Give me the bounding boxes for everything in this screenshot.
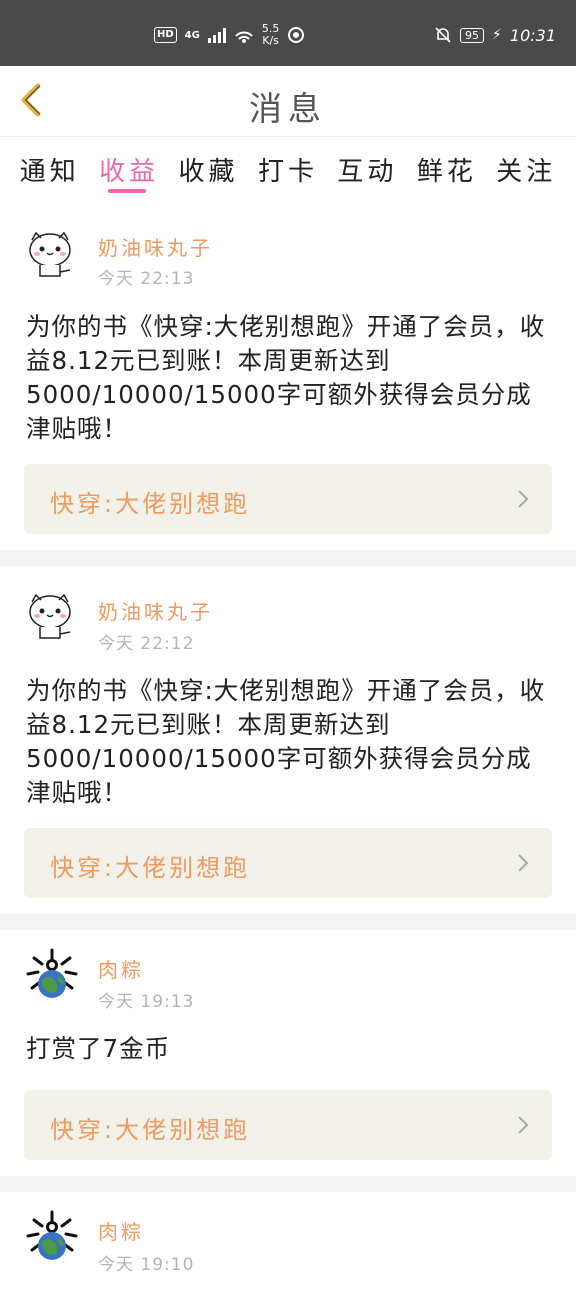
message-card: 肉粽 今天 19:10 <box>0 1192 576 1292</box>
chevron-right-icon <box>518 854 529 872</box>
tab-notifications[interactable]: 通知 <box>20 137 80 203</box>
chevron-right-icon <box>518 1116 529 1134</box>
user-name[interactable]: 奶油味丸子 <box>98 232 213 261</box>
book-title: 快穿:大佬别想跑 <box>50 854 251 882</box>
globe-avatar-icon[interactable] <box>26 948 78 1000</box>
user-name[interactable]: 奶油味丸子 <box>98 596 213 625</box>
message-time: 今天 19:13 <box>98 992 195 1012</box>
divider <box>0 1176 576 1192</box>
network-type: 4G <box>184 29 200 41</box>
battery-icon: 95 <box>460 27 485 43</box>
speed-unit: K/s <box>262 34 279 47</box>
header: 消息 <box>0 66 576 137</box>
status-bar: HD 4G 5.5 K/s 95 ⚡ 10:31 <box>0 0 576 66</box>
clock: 10:31 <box>509 25 556 45</box>
network-speed: 5.5 K/s <box>262 23 280 47</box>
message-card: 奶油味丸子 今天 22:13 为你的书《快穿:大佬别想跑》开通了会员，收益8.1… <box>0 206 576 550</box>
hd-badge: HD <box>154 27 177 43</box>
cat-avatar-icon[interactable] <box>26 590 78 642</box>
bell-mute-icon <box>435 27 451 43</box>
message-card: 奶油味丸子 今天 22:12 为你的书《快穿:大佬别想跑》开通了会员，收益8.1… <box>0 566 576 914</box>
message-text: 为你的书《快穿:大佬别想跑》开通了会员，收益8.12元已到账！本周更新达到500… <box>26 676 546 807</box>
book-title: 快穿:大佬别想跑 <box>50 1116 251 1144</box>
message-time: 今天 22:13 <box>98 269 195 289</box>
tab-interactions[interactable]: 互动 <box>337 137 397 203</box>
user-name[interactable]: 肉粽 <box>98 954 144 983</box>
message-time: 今天 19:10 <box>98 1255 195 1275</box>
message-time: 今天 22:12 <box>98 634 195 654</box>
book-title: 快穿:大佬别想跑 <box>50 490 251 518</box>
page-title: 消息 <box>249 89 327 128</box>
chevron-right-icon <box>518 490 529 508</box>
charging-icon: ⚡ <box>492 27 502 43</box>
divider <box>0 914 576 930</box>
signal-icon <box>207 27 226 43</box>
tab-bar: 通知 收益 收藏 打卡 互动 鲜花 关注 <box>0 137 576 203</box>
divider <box>0 550 576 566</box>
message-text: 为你的书《快穿:大佬别想跑》开通了会员，收益8.12元已到账！本周更新达到500… <box>26 312 546 443</box>
status-left: HD 4G 5.5 K/s <box>154 22 305 48</box>
tab-flowers[interactable]: 鲜花 <box>417 137 477 203</box>
cat-avatar-icon[interactable] <box>26 228 78 280</box>
status-right: 95 ⚡ 10:31 <box>434 22 556 48</box>
message-card: 肉粽 今天 19:13 打赏了7金币 快穿:大佬别想跑 <box>0 930 576 1176</box>
message-list: 奶油味丸子 今天 22:13 为你的书《快穿:大佬别想跑》开通了会员，收益8.1… <box>0 206 576 1292</box>
tab-earnings[interactable]: 收益 <box>99 137 159 203</box>
globe-avatar-icon[interactable] <box>26 1210 78 1262</box>
tab-favorites[interactable]: 收藏 <box>179 137 239 203</box>
book-link[interactable]: 快穿:大佬别想跑 <box>24 464 552 534</box>
user-name[interactable]: 肉粽 <box>98 1216 144 1245</box>
book-link[interactable]: 快穿:大佬别想跑 <box>24 828 552 898</box>
wifi-icon <box>235 31 253 43</box>
tab-checkin[interactable]: 打卡 <box>258 137 318 203</box>
tab-following[interactable]: 关注 <box>496 137 556 203</box>
sync-icon <box>288 27 305 43</box>
book-link[interactable]: 快穿:大佬别想跑 <box>24 1090 552 1160</box>
message-text: 打赏了7金币 <box>26 1034 171 1063</box>
